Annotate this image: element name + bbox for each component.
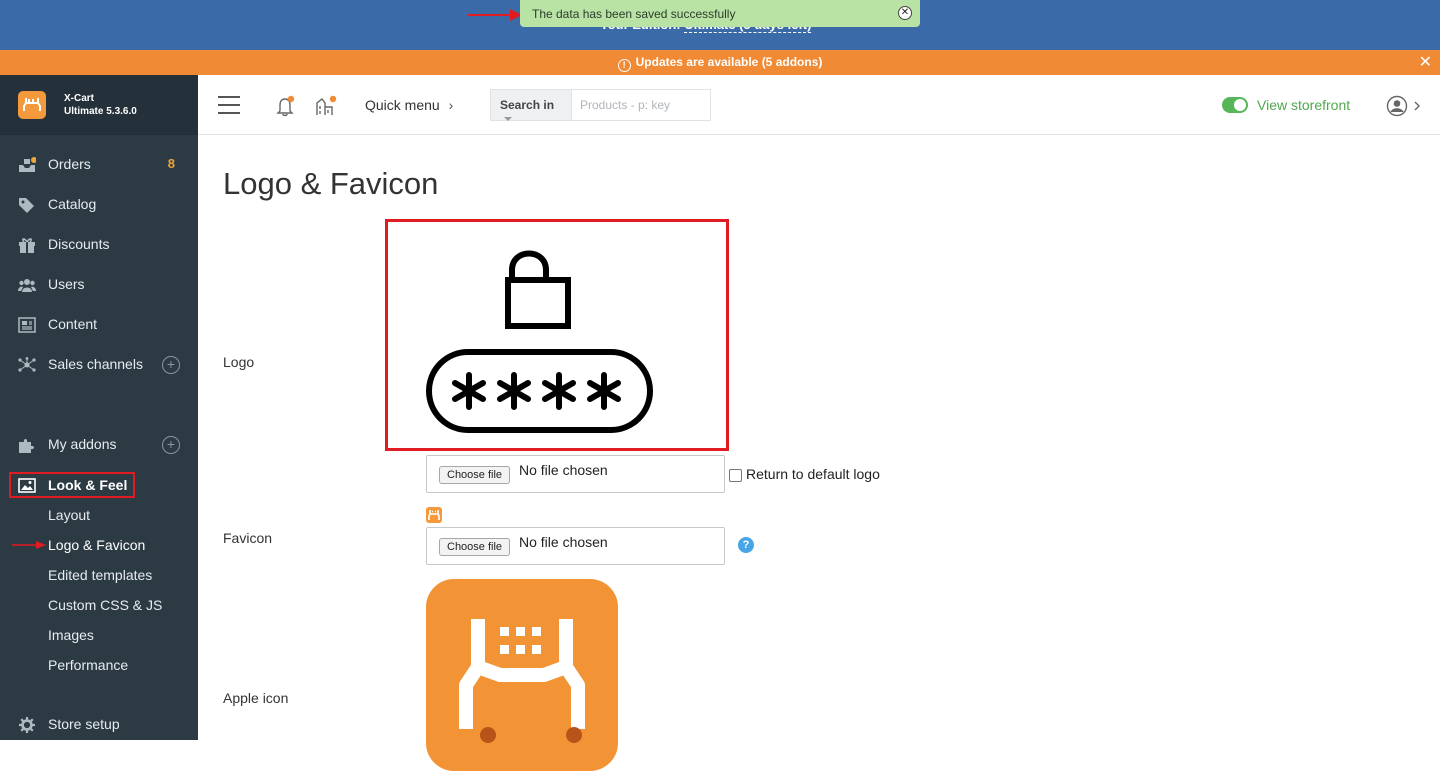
sidebar-item-label: Catalog [48,196,97,212]
sidebar: X-Cart Ultimate 5.3.6.0 Orders 8 Catalog… [0,75,198,740]
sidebar-item-label: Content [48,316,98,332]
gift-icon [19,238,35,253]
sidebar-item-catalog[interactable]: Catalog [0,185,198,225]
sidebar-item-label: Users [48,276,85,292]
updates-message: Updates are available (5 addons) [635,55,823,69]
file-status: No file chosen [519,462,608,478]
quick-menu-label: Quick menu [365,97,440,113]
xcart-logo-icon [459,619,585,743]
orders-icon [19,157,36,172]
sidebar-item-orders[interactable]: Orders 8 [0,145,198,185]
sidebar-subitem-custom-css-js[interactable]: Custom CSS & JS [48,597,162,613]
return-default-checkbox[interactable] [729,469,742,482]
search-in-dropdown[interactable]: Search in [490,89,572,121]
sidebar-item-label: My addons [48,436,117,452]
sidebar-item-my-addons[interactable]: My addons + [0,425,198,465]
sidebar-subitem-images[interactable]: Images [48,627,94,643]
sidebar-subitem-edited-templates[interactable]: Edited templates [48,567,152,583]
brand-title: X-Cart [64,93,95,104]
sidebar-subitem-logo-favicon[interactable]: Logo & Favicon [48,537,145,553]
password-lock-icon [426,250,653,433]
apple-icon-preview [426,579,618,771]
users-icon [18,279,36,292]
choose-file-button[interactable]: Choose file [439,466,511,484]
updates-bar[interactable]: ! Updates are available (5 addons) ✕ [0,50,1440,75]
logo-label: Logo [223,354,255,370]
chevron-down-icon [504,117,512,121]
favicon-file-input[interactable]: Choose file No file chosen [426,527,725,565]
add-channel-button[interactable]: + [162,356,180,374]
network-icon [18,357,36,372]
help-icon[interactable]: ? [738,537,754,553]
puzzle-icon [19,439,34,453]
favicon-label: Favicon [223,530,273,546]
apple-icon-label: Apple icon [223,690,289,706]
search-in-label: Search in [500,98,555,112]
quick-menu-button[interactable]: Quick menu › [365,97,453,113]
sidebar-item-label: Orders [48,156,91,172]
sidebar-subitem-layout[interactable]: Layout [48,507,90,523]
storefront-toggle[interactable] [1222,97,1248,113]
page-title: Logo & Favicon [223,166,439,201]
sidebar-item-users[interactable]: Users [0,265,198,305]
info-icon: ! [617,59,631,72]
brand-version: Ultimate 5.3.6.0 [64,106,137,117]
sidebar-item-sales-channels[interactable]: Sales channels + [0,345,198,385]
close-icon[interactable]: ✕ [898,6,912,20]
annotation-arrow [12,541,46,549]
marketplace-icon[interactable] [314,95,338,117]
xcart-logo-icon [18,91,46,119]
tag-icon [19,198,34,213]
chevron-right-icon: › [448,97,454,113]
sidebar-item-look-feel[interactable]: Look & Feel [48,477,127,493]
close-icon[interactable]: ✕ [1419,50,1432,75]
user-avatar-icon[interactable] [1386,95,1422,117]
bell-icon[interactable] [275,95,297,117]
add-addon-button[interactable]: + [162,436,180,454]
logo-preview [385,219,729,451]
brand-name: X-Cart Ultimate 5.3.6.0 [64,92,137,118]
annotation-arrow [468,9,522,21]
image-icon [18,478,36,493]
sidebar-item-discounts[interactable]: Discounts [0,225,198,265]
return-default-label[interactable]: Return to default logo [746,466,880,482]
file-status: No file chosen [519,534,608,550]
search-input[interactable] [571,89,711,121]
sidebar-item-label: Discounts [48,236,110,252]
sidebar-item-store-setup[interactable]: Store setup [0,705,198,745]
view-storefront-link[interactable]: View storefront [1257,97,1350,113]
sidebar-item-label: Store setup [48,716,120,732]
success-toast: The data has been saved successfully ✕ [520,0,920,27]
sidebar-item-content[interactable]: Content [0,305,198,345]
sidebar-item-label: Sales channels [48,356,143,372]
toast-message: The data has been saved successfully [532,7,736,21]
header-toolbar: Quick menu › Search in View storefront [198,75,1440,135]
sidebar-subitem-performance[interactable]: Performance [48,657,128,673]
menu-icon[interactable] [218,96,240,114]
gear-icon [19,717,35,733]
choose-file-button[interactable]: Choose file [439,538,511,556]
orders-count-badge: 8 [167,156,175,171]
logo-file-input[interactable]: Choose file No file chosen [426,455,725,493]
brand[interactable]: X-Cart Ultimate 5.3.6.0 [0,75,198,135]
newspaper-icon [18,317,36,333]
favicon-preview [426,507,442,523]
